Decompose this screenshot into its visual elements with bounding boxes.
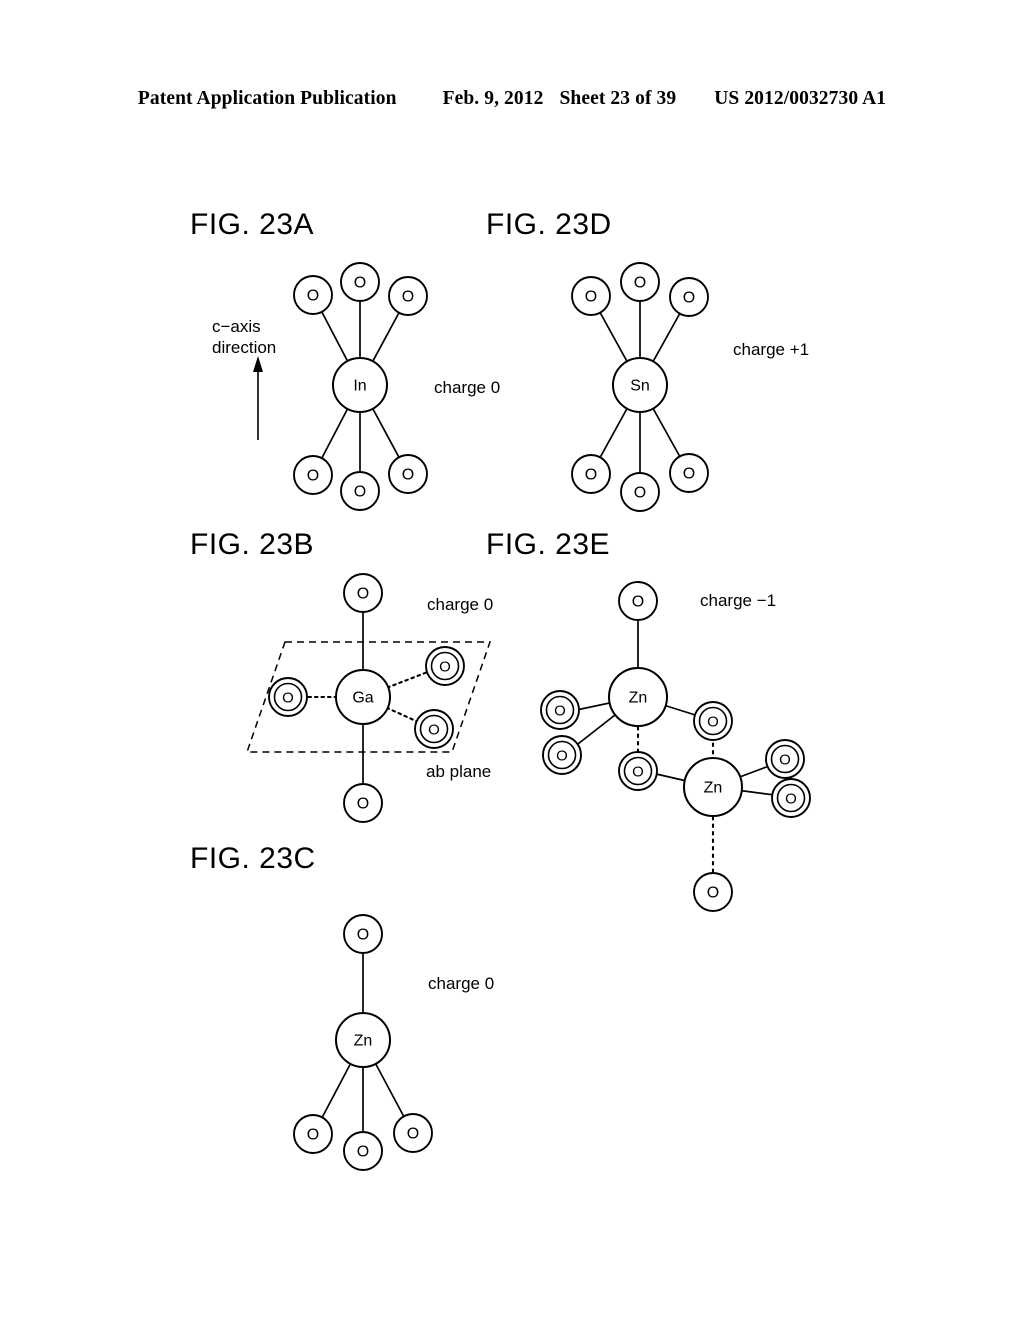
atom-oxygen: O	[344, 915, 382, 953]
svg-text:O: O	[683, 466, 695, 483]
atom-oxygen: O	[619, 582, 657, 620]
atom-zinc: Zn	[336, 1013, 390, 1067]
svg-text:O: O	[357, 927, 369, 944]
center-atom-label-23e-2: Zn	[704, 780, 723, 797]
figure-label-23a: FIG. 23A	[190, 208, 315, 241]
atom-oxygen: O	[572, 455, 610, 493]
oxygen-atoms-double-23e: O O O O O O	[541, 691, 810, 817]
svg-text:O: O	[307, 1127, 319, 1144]
svg-text:O: O	[585, 289, 597, 306]
svg-text:O: O	[634, 275, 646, 292]
atom-oxygen: O	[670, 454, 708, 492]
svg-text:O: O	[307, 468, 319, 485]
svg-text:O: O	[632, 764, 644, 781]
svg-text:O: O	[402, 289, 414, 306]
atom-oxygen: O	[341, 263, 379, 301]
atom-oxygen-double: O	[619, 752, 657, 790]
figure-23e-diagram: O O O O O O O O Zn Zn	[520, 565, 850, 955]
svg-text:O: O	[632, 594, 644, 611]
atom-oxygen: O	[294, 1115, 332, 1153]
atom-oxygen-double: O	[415, 710, 453, 748]
atom-oxygen: O	[344, 784, 382, 822]
figure-label-23e: FIG. 23E	[486, 528, 611, 561]
atom-oxygen: O	[621, 263, 659, 301]
atom-oxygen-double: O	[541, 691, 579, 729]
atom-zinc-lower: Zn	[684, 758, 742, 816]
atom-gallium: Ga	[336, 670, 390, 724]
ab-plane-label: ab plane	[426, 762, 492, 781]
charge-label-23e: charge −1	[700, 591, 777, 610]
charge-label-23b: charge 0	[427, 595, 494, 614]
atom-oxygen: O	[621, 473, 659, 511]
svg-text:O: O	[707, 714, 719, 731]
atom-indium: In	[333, 358, 387, 412]
atom-oxygen-double: O	[766, 740, 804, 778]
svg-text:O: O	[779, 752, 791, 769]
svg-text:O: O	[402, 467, 414, 484]
bonds-solid-23e	[567, 610, 782, 796]
figure-23c-diagram: O O O O Zn	[200, 895, 530, 1170]
header-date: Feb. 9, 2012	[442, 88, 544, 109]
atom-oxygen: O	[294, 276, 332, 314]
atom-oxygen: O	[394, 1114, 432, 1152]
patent-drawing-sheet: Patent Application Publication Feb. 9, 20…	[0, 0, 1024, 1320]
figure-label-23c: FIG. 23C	[190, 842, 316, 875]
svg-text:O: O	[428, 722, 440, 739]
center-atom-label-23b: Ga	[352, 690, 373, 707]
charge-label-23d: charge +1	[733, 340, 810, 359]
svg-text:O: O	[707, 885, 719, 902]
oxygen-atoms-single-23e: O O	[619, 582, 732, 911]
center-atom-label-23c: Zn	[354, 1033, 373, 1050]
atom-oxygen: O	[670, 278, 708, 316]
atom-oxygen-double: O	[269, 678, 307, 716]
atom-zinc-upper: Zn	[609, 668, 667, 726]
header-publication-number: US 2012/0032730 A1	[714, 88, 887, 109]
svg-text:O: O	[683, 290, 695, 307]
atom-oxygen-double: O	[694, 702, 732, 740]
atom-oxygen: O	[344, 1132, 382, 1170]
svg-text:O: O	[554, 703, 566, 720]
atom-oxygen: O	[344, 574, 382, 612]
charge-label-23c: charge 0	[428, 974, 495, 993]
svg-text:O: O	[357, 796, 369, 813]
sheet-header: Patent Application Publication Feb. 9, 20…	[0, 88, 1024, 110]
center-atom-label-23d: Sn	[630, 378, 650, 395]
atom-tin: Sn	[613, 358, 667, 412]
svg-text:O: O	[585, 467, 597, 484]
svg-text:O: O	[439, 659, 451, 676]
atom-oxygen: O	[389, 277, 427, 315]
atom-oxygen: O	[389, 455, 427, 493]
svg-text:O: O	[634, 485, 646, 502]
svg-text:O: O	[354, 484, 366, 501]
atom-oxygen-double: O	[426, 647, 464, 685]
atom-oxygen: O	[694, 873, 732, 911]
center-atom-label-23e-1: Zn	[629, 690, 648, 707]
header-sheet-number: Sheet 23 of 39	[559, 88, 677, 109]
svg-text:O: O	[785, 791, 797, 808]
svg-text:O: O	[354, 275, 366, 292]
c-axis-arrow	[253, 356, 263, 440]
header-publication-title: Patent Application Publication	[137, 88, 397, 109]
svg-text:O: O	[282, 690, 294, 707]
svg-text:O: O	[357, 586, 369, 603]
svg-text:O: O	[407, 1126, 419, 1143]
figure-23d-diagram: O O O O O O Sn	[460, 250, 820, 515]
atom-oxygen: O	[341, 472, 379, 510]
figure-label-23d: FIG. 23D	[486, 208, 612, 241]
svg-text:O: O	[556, 748, 568, 765]
center-atom-label-23a: In	[353, 378, 366, 395]
atom-oxygen-double: O	[772, 779, 810, 817]
atom-oxygen-double: O	[543, 736, 581, 774]
atom-oxygen: O	[572, 277, 610, 315]
svg-text:O: O	[357, 1144, 369, 1161]
svg-text:O: O	[307, 288, 319, 305]
atom-oxygen: O	[294, 456, 332, 494]
figure-label-23b: FIG. 23B	[190, 528, 315, 561]
